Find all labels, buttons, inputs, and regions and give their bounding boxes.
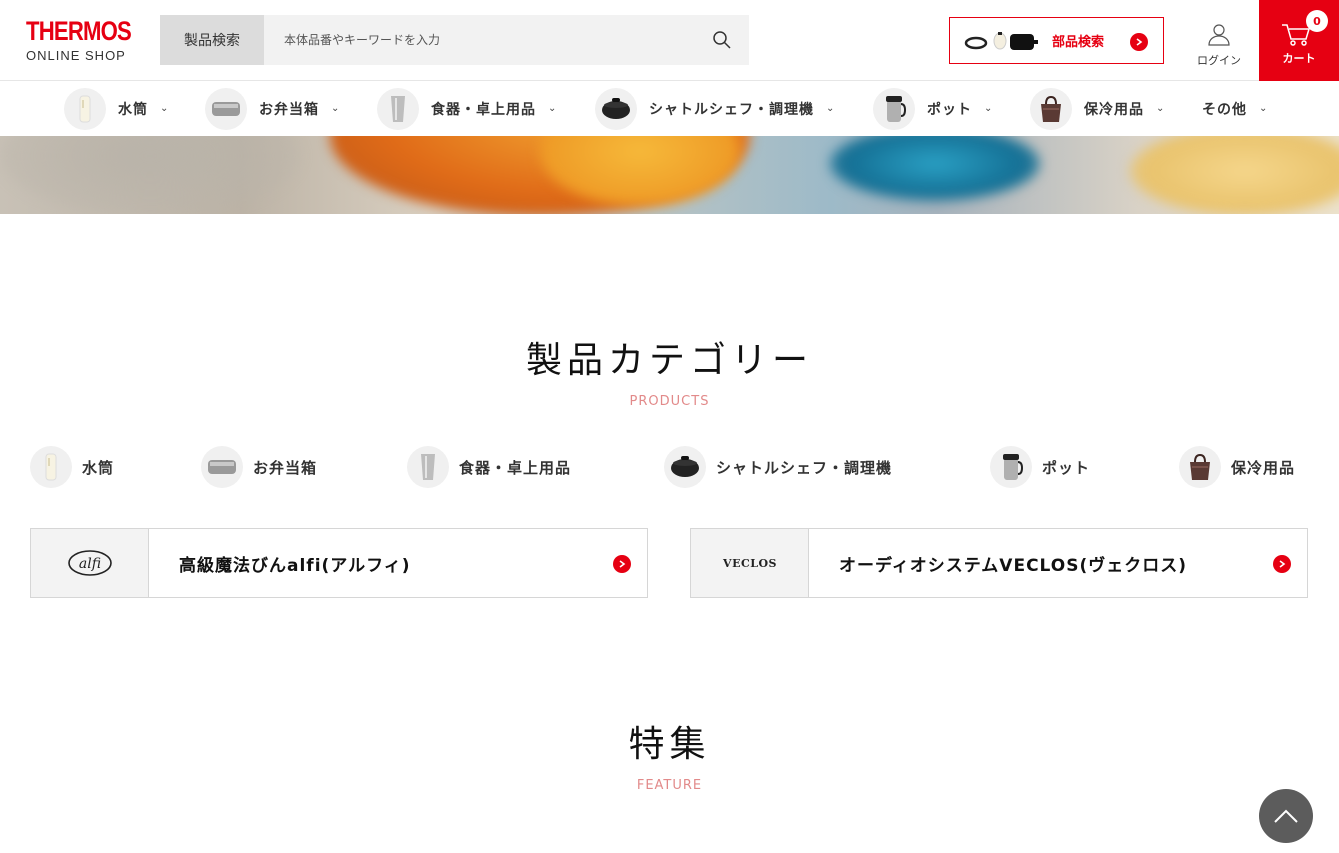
chevron-up-icon [1274, 809, 1298, 823]
category-lunchbox[interactable]: お弁当箱 [201, 446, 317, 488]
thermos-logo[interactable]: THERMOS ONLINE SHOP [26, 16, 136, 66]
feature-section-title: 特集 [628, 724, 711, 765]
hero-banner-image[interactable] [0, 136, 1339, 214]
cart-count-badge: 0 [1306, 10, 1328, 32]
tumbler-thumbnail [407, 446, 449, 488]
nav-item-pot[interactable]: ポット ⌄ [873, 87, 992, 130]
chevron-down-icon: ⌄ [1259, 103, 1268, 114]
nav-item-cooler[interactable]: 保冷用品 ⌄ [1030, 87, 1164, 130]
nav-item-tableware[interactable]: 食器・卓上用品 ⌄ [377, 87, 556, 130]
cart-icon [1282, 24, 1311, 46]
lunchbox-thumbnail [205, 87, 247, 130]
nav-label: 保冷用品 [1084, 101, 1144, 118]
search-button[interactable] [695, 15, 749, 65]
cooker-thumbnail [595, 87, 637, 130]
site-header: THERMOS ONLINE SHOP 製品検索 部品検索 [0, 0, 1339, 81]
parts-search-label: 部品検索 [1052, 35, 1105, 50]
category-label: シャトルシェフ・調理機 [716, 458, 893, 477]
brand-label: 高級魔法びんalfi(アルフィ) [179, 555, 411, 576]
chevron-down-icon: ⌄ [548, 103, 557, 114]
category-tableware[interactable]: 食器・卓上用品 [407, 446, 571, 488]
bottle-thumbnail [64, 87, 106, 130]
brand-link-veclos[interactable]: VECLOS オーディオシステムVECLOS(ヴェクロス) [690, 528, 1308, 598]
nav-item-others[interactable]: その他 ⌄ [1190, 87, 1267, 130]
nav-item-bottle[interactable]: 水筒 ⌄ [64, 87, 168, 130]
category-label: お弁当箱 [253, 458, 318, 477]
tumbler-thumbnail [377, 87, 419, 130]
nav-item-lunchbox[interactable]: お弁当箱 ⌄ [205, 87, 339, 130]
lunchbox-thumbnail [201, 446, 243, 488]
feature-section-subtitle: FEATURE [636, 778, 703, 793]
brand-link-alfi[interactable]: alfi 高級魔法びんalfi(アルフィ) [30, 528, 648, 598]
login-label: ログイン [1197, 54, 1241, 67]
nav-label: お弁当箱 [259, 101, 319, 118]
products-section-title: 製品カテゴリー [525, 340, 813, 381]
category-cooker[interactable]: シャトルシェフ・調理機 [664, 446, 892, 488]
cart-button[interactable]: 0 カート [1259, 0, 1339, 81]
chevron-down-icon: ⌄ [331, 103, 340, 114]
nav-label: 水筒 [118, 101, 148, 118]
products-section-subtitle: PRODUCTS [629, 394, 710, 409]
search-input[interactable] [264, 15, 695, 65]
logo-wordmark: THERMOS [26, 16, 132, 46]
cooler-bag-thumbnail [1179, 446, 1221, 488]
nav-label: 食器・卓上用品 [431, 101, 536, 118]
category-label: ポット [1042, 458, 1091, 477]
chevron-down-icon: ⌄ [984, 103, 993, 114]
cooler-bag-thumbnail [1030, 87, 1072, 130]
brand-label: オーディオシステムVECLOS(ヴェクロス) [839, 555, 1188, 576]
parts-image [964, 26, 1040, 56]
nav-item-cooker[interactable]: シャトルシェフ・調理機 ⌄ [595, 87, 834, 130]
category-label: 水筒 [82, 458, 115, 477]
alfi-logo-text: alfi [78, 556, 100, 572]
bottle-thumbnail [30, 446, 72, 488]
arrow-right-icon [1273, 555, 1291, 573]
back-to-top-button[interactable] [1259, 789, 1313, 843]
search-icon [713, 31, 731, 49]
nav-label: ポット [927, 101, 972, 118]
alfi-logo: alfi [31, 529, 149, 597]
veclos-logo: VECLOS [691, 529, 809, 597]
category-bottle[interactable]: 水筒 [30, 446, 114, 488]
category-label: 保冷用品 [1231, 458, 1296, 477]
logo-subtitle: ONLINE SHOP [26, 48, 126, 63]
chevron-down-icon: ⌄ [160, 103, 169, 114]
arrow-right-icon [1130, 33, 1148, 51]
pot-thumbnail [990, 446, 1032, 488]
category-pot[interactable]: ポット [990, 446, 1090, 488]
parts-search-button[interactable]: 部品検索 [949, 17, 1164, 64]
search-label: 製品検索 [160, 15, 264, 65]
nav-label: その他 [1202, 101, 1247, 118]
category-label: 食器・卓上用品 [459, 458, 572, 477]
pot-thumbnail [873, 87, 915, 130]
login-button[interactable]: ログイン [1190, 22, 1248, 68]
chevron-down-icon: ⌄ [1156, 103, 1165, 114]
category-cooler[interactable]: 保冷用品 [1179, 446, 1295, 488]
nav-label: シャトルシェフ・調理機 [649, 101, 814, 118]
user-icon [1208, 24, 1230, 46]
chevron-down-icon: ⌄ [826, 103, 835, 114]
cart-label: カート [1282, 52, 1316, 65]
category-nav: 水筒 ⌄ お弁当箱 ⌄ 食器・卓上用品 ⌄ シャトルシェフ・調理機 ⌄ ポット … [0, 81, 1339, 136]
veclos-logo-text: VECLOS [722, 557, 777, 570]
arrow-right-icon [613, 555, 631, 573]
cooker-thumbnail [664, 446, 706, 488]
product-search-bar: 製品検索 [160, 15, 749, 65]
